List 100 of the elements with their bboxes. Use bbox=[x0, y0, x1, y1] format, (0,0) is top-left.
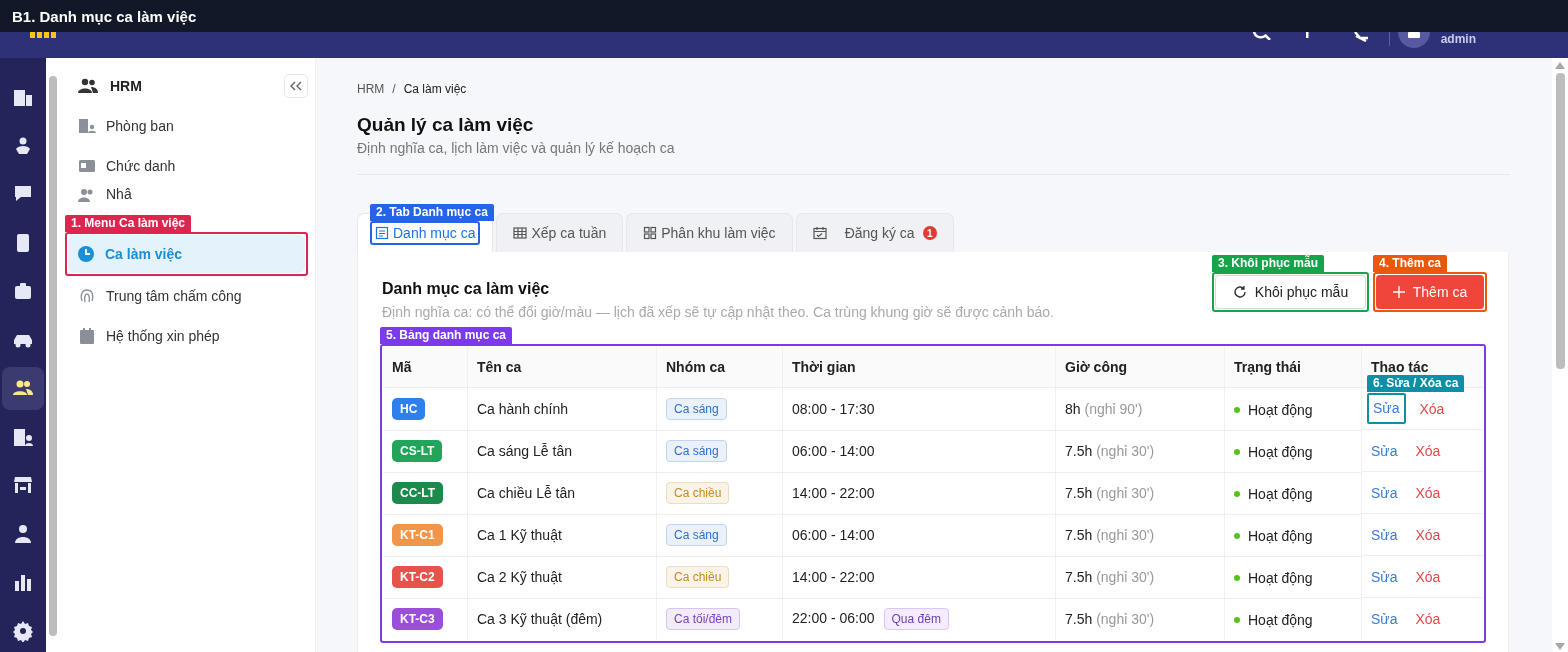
column-header: Giờ công bbox=[1055, 347, 1225, 388]
clock-icon bbox=[77, 245, 95, 263]
edit-link[interactable]: Sửa bbox=[1369, 568, 1400, 585]
shift-name: Ca chiều Lễ tân bbox=[477, 485, 576, 501]
sidebar-item[interactable]: Ca làm việc bbox=[68, 235, 305, 273]
time-range: 08:00 - 17:30 bbox=[792, 400, 875, 417]
time-range: 06:00 - 14:00 bbox=[792, 443, 875, 459]
time-range: 14:00 - 22:00 bbox=[792, 485, 875, 501]
work-hours: 7.5h bbox=[1065, 527, 1093, 543]
group-tag: Ca chiều bbox=[666, 482, 730, 504]
scrollbar-thumb[interactable] bbox=[49, 76, 57, 636]
tab-label: Phân khu làm việc bbox=[641, 225, 778, 241]
work-hours: 7.5h bbox=[1065, 443, 1093, 459]
avatar-icon[interactable] bbox=[1397, 32, 1430, 50]
callout-label: 5. Bảng danh mục ca bbox=[380, 327, 513, 344]
group-tag: Ca chiều bbox=[666, 566, 730, 588]
group-tag: Ca sáng bbox=[666, 397, 727, 420]
breadcrumb-separator: / bbox=[392, 82, 396, 96]
group-tag: Ca sáng bbox=[666, 524, 727, 546]
page-title: Quản lý ca làm việc bbox=[357, 114, 535, 136]
list-icon bbox=[375, 226, 389, 240]
code-badge: KT-C2 bbox=[392, 566, 443, 588]
section-title: Danh mục ca làm việc bbox=[382, 280, 551, 298]
callout-label: 1. Menu Ca làm việc bbox=[65, 215, 192, 232]
window-title: B1. Danh mục ca làm việc bbox=[12, 7, 197, 25]
restore-button[interactable]: Khôi phục mẫu bbox=[1215, 275, 1366, 309]
calendar-icon bbox=[78, 327, 96, 345]
people-icon bbox=[78, 78, 98, 94]
building-icon bbox=[78, 117, 96, 135]
shift-name: Ca 3 Kỹ thuật (đêm) bbox=[477, 611, 603, 627]
sidebar-item[interactable]: Chức danh bbox=[66, 146, 308, 186]
edit-link[interactable]: Sửa bbox=[1371, 400, 1402, 416]
work-hours: 8h bbox=[1065, 400, 1081, 417]
logo-icon bbox=[30, 32, 56, 38]
section-description: Định nghĩa ca: có thể đổi giờ/màu — lịch đã xếp sẽ tự cập nhật theo. Ca trùng khung giờ sẽ được cảnh báo. bbox=[382, 304, 1054, 320]
callout-label: 6. Sửa / Xóa ca bbox=[1367, 375, 1465, 392]
edit-link[interactable]: Sửa bbox=[1369, 526, 1400, 543]
tab[interactable]: Xếp ca tuần bbox=[496, 213, 624, 252]
break-time: (nghỉ 30') bbox=[1096, 485, 1155, 501]
work-hours: 7.5h bbox=[1065, 485, 1093, 501]
overnight-tag: Qua đêm bbox=[883, 608, 949, 630]
tab-label: Xếp ca tuần bbox=[511, 225, 609, 241]
tab[interactable]: Phân khu làm việc bbox=[626, 213, 793, 252]
id-card-icon bbox=[78, 157, 96, 175]
edit-link[interactable]: Sửa bbox=[1369, 442, 1400, 459]
delete-link[interactable]: Xóa bbox=[1415, 484, 1441, 501]
shift-name: Ca sáng Lễ tân bbox=[477, 443, 572, 459]
code-badge: CS-LT bbox=[392, 440, 443, 462]
column-header: Mã bbox=[383, 347, 468, 388]
delete-link[interactable]: Xóa bbox=[1415, 610, 1441, 627]
break-time: (nghỉ 90') bbox=[1084, 400, 1143, 417]
delete-link[interactable]: Xóa bbox=[1415, 526, 1441, 543]
status-text: Hoạt động bbox=[1248, 486, 1313, 502]
callout-label: 4. Thêm ca bbox=[1373, 255, 1448, 272]
edit-link[interactable]: Sửa bbox=[1369, 610, 1400, 627]
status-text: Hoạt động bbox=[1248, 528, 1313, 544]
delete-link[interactable]: Xóa bbox=[1415, 442, 1441, 459]
person-icon bbox=[12, 522, 34, 545]
break-time: (nghỉ 30') bbox=[1096, 443, 1155, 459]
sidebar-item[interactable]: Trung tâm chấm công bbox=[66, 276, 308, 316]
shift-name: Ca 1 Kỹ thuật bbox=[477, 527, 562, 543]
count-badge: 1 bbox=[922, 226, 937, 240]
double-chevron-icon bbox=[290, 81, 302, 91]
sidebar-item[interactable]: Phòng ban bbox=[66, 106, 308, 146]
tab-label: Danh mục ca bbox=[373, 225, 478, 241]
edit-link[interactable]: Sửa bbox=[1369, 484, 1400, 501]
status-text: Hoạt động bbox=[1248, 444, 1313, 460]
tab[interactable]: Đăng ký ca 1 bbox=[795, 213, 954, 252]
shift-name: Ca hành chính bbox=[477, 400, 569, 417]
sidebar-title: HRM bbox=[110, 78, 143, 94]
time-range: 22:00 - 06:00 bbox=[792, 610, 875, 626]
delete-link[interactable]: Xóa bbox=[1415, 568, 1441, 585]
sidebar-item[interactable]: Hệ thống xin phép bbox=[66, 316, 308, 356]
user-name: admin bbox=[1440, 32, 1476, 46]
settings-icon bbox=[12, 619, 34, 642]
code-badge: CC-LT bbox=[392, 482, 444, 504]
time-range: 06:00 - 14:00 bbox=[792, 527, 875, 543]
grid-icon bbox=[643, 226, 658, 240]
breadcrumb-item: Ca làm việc bbox=[403, 82, 467, 96]
work-hours: 7.5h bbox=[1065, 611, 1093, 627]
scrollbar-thumb[interactable] bbox=[1555, 73, 1565, 369]
fingerprint-icon bbox=[78, 287, 96, 305]
sidebar-item[interactable]: Nhâ bbox=[66, 186, 308, 210]
group-tag: Ca sáng bbox=[666, 440, 727, 462]
breadcrumb-item[interactable]: HRM bbox=[357, 82, 385, 96]
code-badge: KT-C1 bbox=[392, 524, 443, 546]
status-text: Hoạt động bbox=[1248, 612, 1313, 628]
refresh-icon bbox=[1232, 285, 1247, 299]
column-header: Tên ca bbox=[467, 347, 657, 388]
break-time: (nghỉ 30') bbox=[1096, 611, 1155, 627]
add-button[interactable]: Thêm ca bbox=[1376, 275, 1484, 309]
callout-label: 3. Khôi phục mẫu bbox=[1212, 255, 1324, 272]
column-header: Nhóm ca bbox=[656, 347, 783, 388]
collapse-button[interactable] bbox=[284, 74, 308, 98]
status-text: Hoạt động bbox=[1248, 570, 1313, 586]
group-tag: Ca tối/đêm bbox=[666, 608, 741, 630]
column-header: Thời gian bbox=[782, 347, 1056, 388]
code-badge: HC bbox=[392, 397, 426, 420]
break-time: (nghỉ 30') bbox=[1096, 569, 1155, 585]
delete-link[interactable]: Xóa bbox=[1419, 400, 1445, 417]
